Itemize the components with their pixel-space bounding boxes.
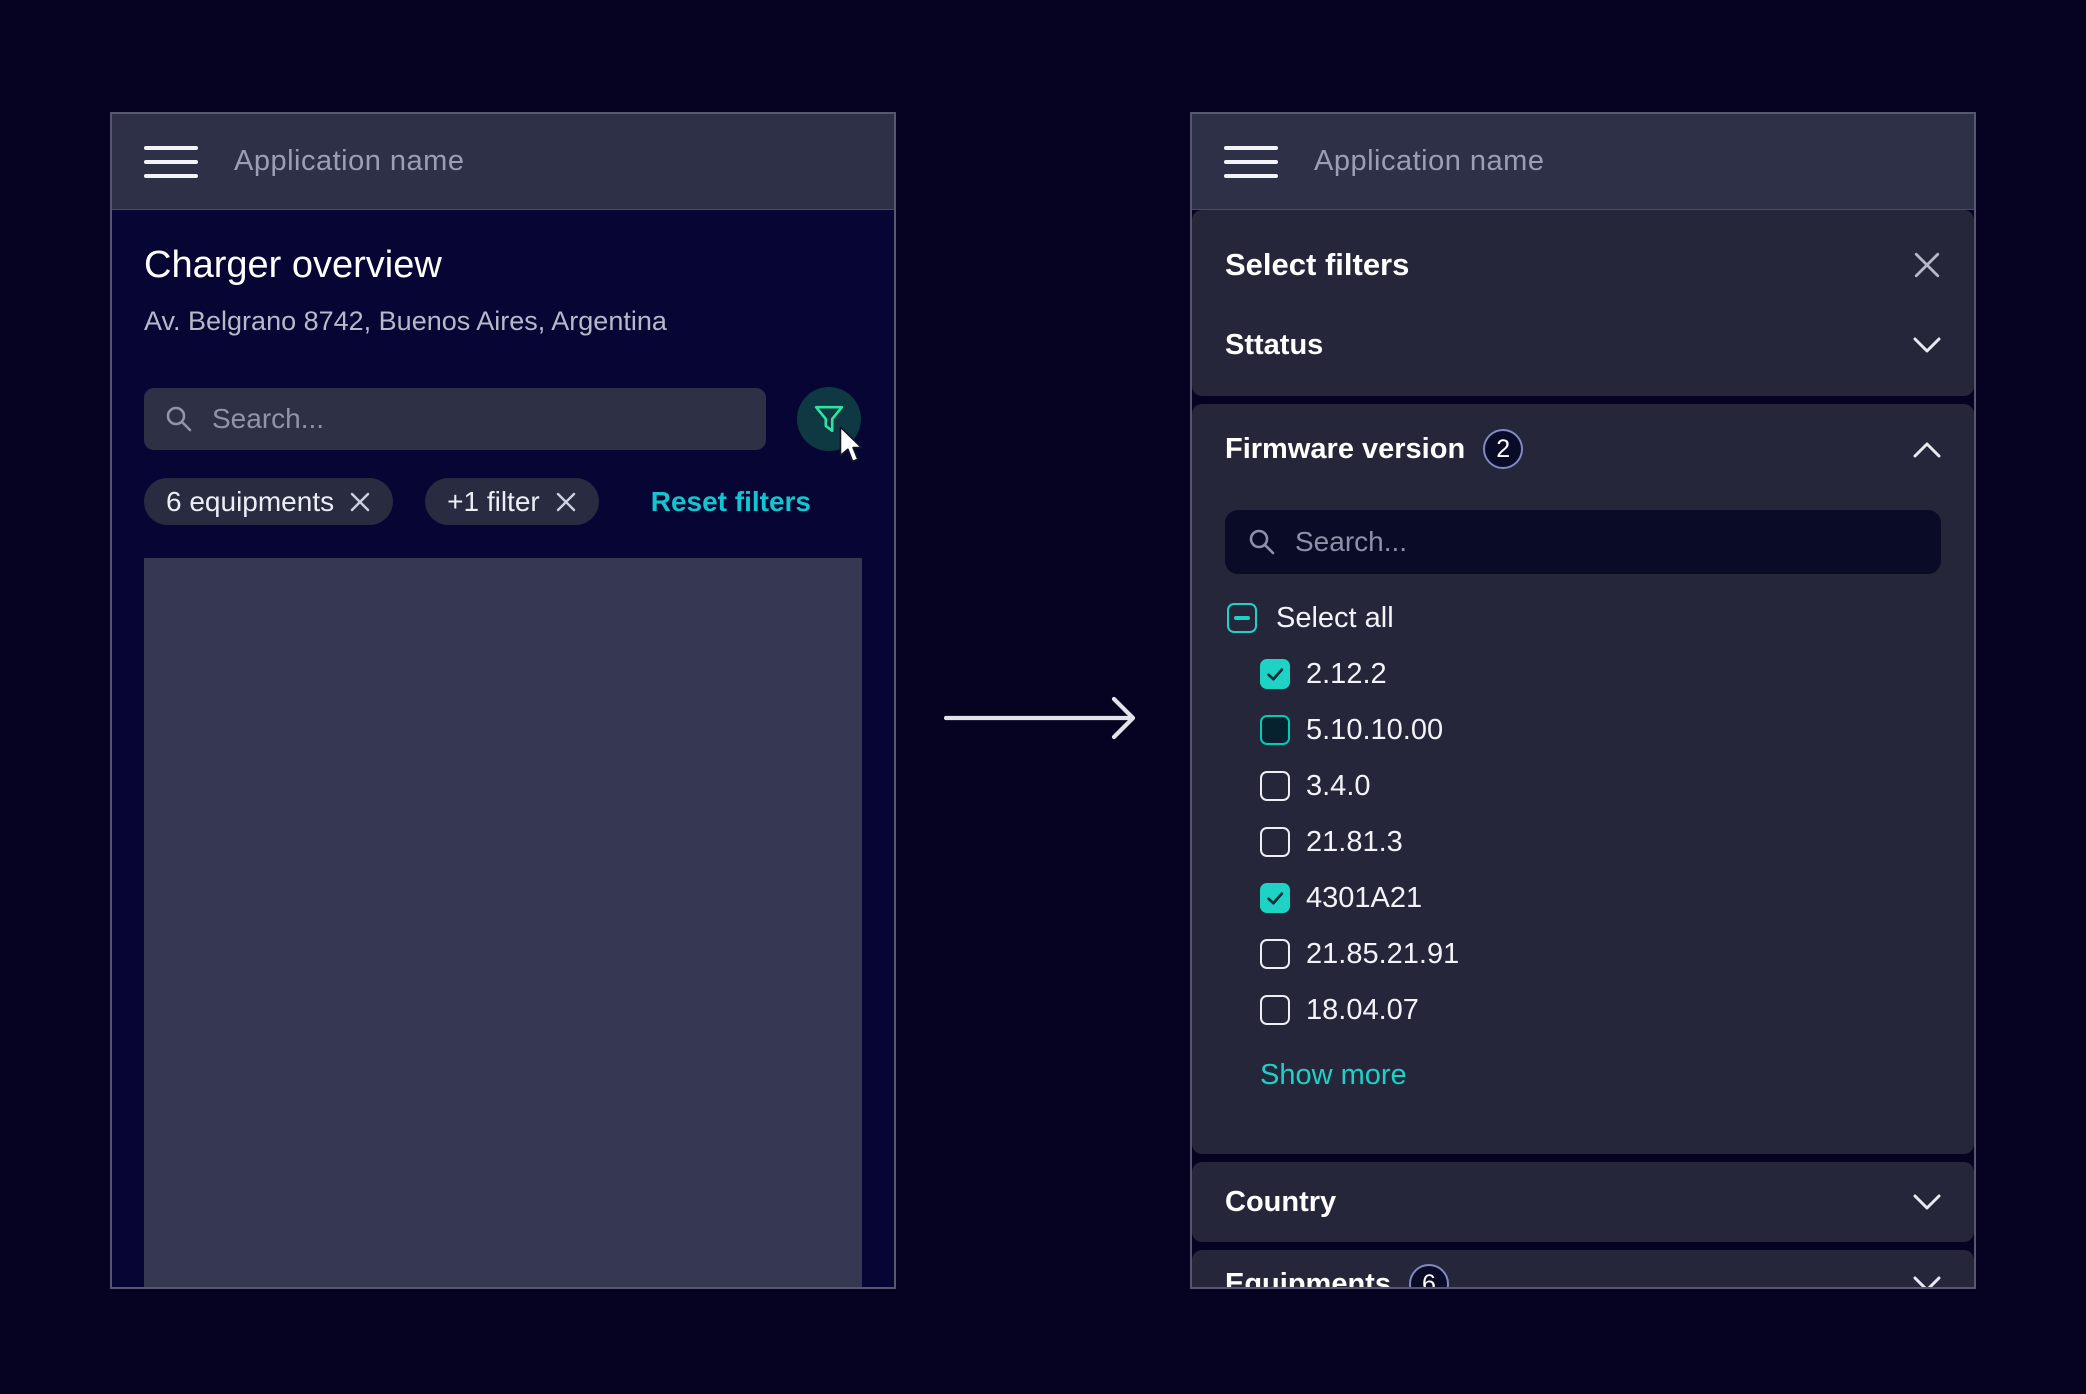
select-filters-screen: Application name Select filters Sttatus [1190, 112, 1976, 1289]
firmware-option-row[interactable]: 21.85.21.91 [1260, 926, 1941, 982]
app-name: Application name [1314, 145, 1544, 178]
page-subtitle: Av. Belgrano 8742, Buenos Aires, Argenti… [144, 306, 667, 336]
checkbox-icon[interactable] [1260, 827, 1290, 857]
filter-group-firmware[interactable]: Firmware version 2 [1192, 404, 1974, 494]
checkbox-icon[interactable] [1260, 659, 1290, 689]
chevron-down-icon[interactable] [1913, 337, 1941, 354]
chevron-down-icon[interactable] [1913, 1194, 1941, 1211]
app-header: Application name [1192, 114, 1974, 210]
checkbox-icon[interactable] [1260, 715, 1290, 745]
firmware-option-row[interactable]: 21.81.3 [1260, 814, 1941, 870]
reset-filters-link[interactable]: Reset filters [651, 486, 811, 518]
content-placeholder-area [144, 558, 862, 1287]
active-filter-chips: 6 equipments +1 filter Reset filters [144, 478, 811, 525]
hamburger-menu-icon[interactable] [1224, 146, 1278, 178]
filter-group-country[interactable]: Country [1192, 1162, 1974, 1242]
firmware-option-label: 5.10.10.00 [1306, 714, 1443, 747]
funnel-icon [814, 404, 844, 434]
flow-arrow-icon [942, 686, 1146, 750]
chip-close-icon[interactable] [555, 491, 577, 513]
equipments-count-badge: 6 [1409, 1264, 1449, 1289]
filter-sections: Select filters Sttatus [1192, 210, 1974, 1287]
firmware-option-row[interactable]: 5.10.10.00 [1260, 702, 1941, 758]
checkbox-icon[interactable] [1260, 771, 1290, 801]
search-icon [1247, 527, 1277, 557]
chip-label: 6 equipments [166, 486, 334, 518]
chevron-up-icon[interactable] [1913, 441, 1941, 458]
search-input[interactable] [210, 402, 746, 436]
firmware-option-row[interactable]: 2.12.2 [1260, 646, 1941, 702]
page-title: Charger overview [144, 244, 442, 286]
chevron-down-icon[interactable] [1913, 1276, 1941, 1290]
status-label: Sttatus [1225, 329, 1323, 362]
indeterminate-checkbox-icon[interactable] [1227, 603, 1257, 633]
section-firmware-version: Firmware version 2 [1192, 404, 1974, 1154]
chip-close-icon[interactable] [349, 491, 371, 513]
close-icon[interactable] [1913, 251, 1941, 279]
design-canvas: Application name Charger overview Av. Be… [0, 0, 2086, 1394]
firmware-option-label: 18.04.07 [1306, 994, 1419, 1027]
equipments-label: Equipments [1225, 1268, 1391, 1290]
chip-label: +1 filter [447, 486, 540, 518]
checkbox-icon[interactable] [1260, 883, 1290, 913]
charger-overview-screen: Application name Charger overview Av. Be… [110, 112, 896, 1289]
firmware-search-input[interactable] [1293, 525, 1919, 559]
select-all-row[interactable]: Select all [1227, 590, 1941, 646]
app-name: Application name [234, 145, 464, 178]
firmware-search-bar[interactable] [1225, 510, 1941, 574]
app-header: Application name [112, 114, 894, 210]
search-icon [164, 404, 194, 434]
hamburger-menu-icon[interactable] [144, 146, 198, 178]
checkbox-icon[interactable] [1260, 939, 1290, 969]
filter-group-equipments[interactable]: Equipments 6 [1192, 1250, 1974, 1289]
firmware-options-list: 2.12.2 5.10.10.00 3.4.0 21.81.3 [1260, 646, 1941, 1038]
firmware-option-label: 2.12.2 [1306, 658, 1387, 691]
firmware-option-label: 4301A21 [1306, 882, 1422, 915]
filter-button[interactable] [797, 387, 861, 451]
chip-extra-filter[interactable]: +1 filter [425, 478, 599, 525]
filter-group-status[interactable]: Sttatus [1192, 294, 1974, 396]
firmware-option-label: 21.81.3 [1306, 826, 1403, 859]
section-country: Country [1192, 1162, 1974, 1242]
firmware-option-row[interactable]: 3.4.0 [1260, 758, 1941, 814]
firmware-option-row[interactable]: 4301A21 [1260, 870, 1941, 926]
firmware-option-label: 3.4.0 [1306, 770, 1371, 803]
chip-equipments[interactable]: 6 equipments [144, 478, 393, 525]
firmware-option-row[interactable]: 18.04.07 [1260, 982, 1941, 1038]
firmware-label: Firmware version [1225, 433, 1465, 466]
checkbox-icon[interactable] [1260, 995, 1290, 1025]
search-bar[interactable] [144, 388, 766, 450]
firmware-option-label: 21.85.21.91 [1306, 938, 1459, 971]
section-select-filters: Select filters Sttatus [1192, 210, 1974, 396]
section-equipments: Equipments 6 [1192, 1250, 1974, 1287]
firmware-count-badge: 2 [1483, 429, 1523, 469]
select-all-label: Select all [1276, 602, 1394, 635]
show-more-link[interactable]: Show more [1260, 1050, 1941, 1100]
country-label: Country [1225, 1186, 1336, 1219]
panel-title: Select filters [1225, 247, 1409, 283]
